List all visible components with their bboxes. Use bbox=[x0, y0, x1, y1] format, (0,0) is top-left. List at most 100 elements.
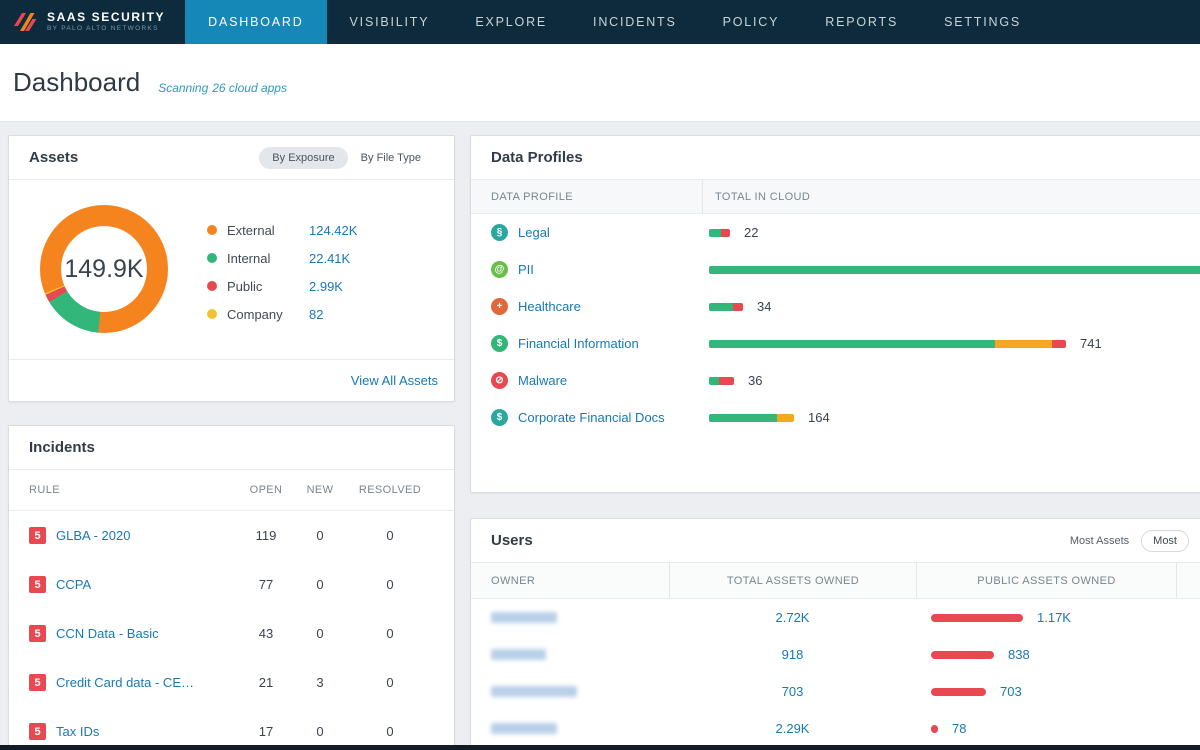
incidents-card-header: Incidents bbox=[9, 426, 454, 470]
data-profile-row: $Corporate Financial Docs164 bbox=[471, 399, 1200, 436]
severity-badge: 5 bbox=[29, 576, 46, 593]
data-profile-link[interactable]: PII bbox=[518, 262, 534, 277]
incident-rule-link[interactable]: Tax IDs bbox=[56, 724, 99, 739]
legend-item: Company82 bbox=[207, 300, 357, 328]
total-in-cloud-bar bbox=[709, 414, 794, 422]
col-data-profile: DATA PROFILE bbox=[471, 180, 703, 213]
col-resolved: RESOLVED bbox=[346, 484, 434, 496]
assets-donut-chart: 149.9K bbox=[40, 205, 168, 333]
data-profile-link[interactable]: Financial Information bbox=[518, 336, 639, 351]
incident-open-count: 119 bbox=[238, 528, 294, 543]
col-total-in-cloud: TOTAL IN CLOUD bbox=[703, 180, 810, 213]
total-assets-owned-link[interactable]: 2.72K bbox=[776, 610, 810, 625]
legend-label: Public bbox=[227, 279, 309, 294]
incident-row: 5CCN Data - Basic4300 bbox=[9, 609, 454, 658]
owner-name-redacted bbox=[491, 649, 546, 660]
total-in-cloud-bar bbox=[709, 229, 730, 237]
incidents-rows: 5GLBA - 2020119005CCPA77005CCN Data - Ba… bbox=[9, 511, 454, 746]
public-assets-owned-link[interactable]: 838 bbox=[1008, 647, 1030, 662]
nav-item-dashboard[interactable]: DASHBOARD bbox=[185, 0, 326, 44]
legend-value-link[interactable]: 124.42K bbox=[309, 223, 357, 238]
public-assets-owned-link[interactable]: 703 bbox=[1000, 684, 1022, 699]
palo-alto-logo-icon bbox=[12, 9, 38, 35]
legend-dot bbox=[207, 253, 217, 263]
legend-item: Internal22.41K bbox=[207, 244, 357, 272]
public-assets-owned-link[interactable]: 78 bbox=[952, 721, 966, 736]
toggle-most-public[interactable]: Most bbox=[1141, 530, 1189, 552]
brand-title: SAAS SECURITY bbox=[47, 11, 165, 23]
public-assets-owned-link[interactable]: 1.17K bbox=[1037, 610, 1071, 625]
donut-hole: 149.9K bbox=[61, 226, 147, 312]
nav-item-policy[interactable]: POLICY bbox=[700, 0, 803, 44]
legend-label: Internal bbox=[227, 251, 309, 266]
data-profile-link[interactable]: Corporate Financial Docs bbox=[518, 410, 665, 425]
toggle-by-exposure[interactable]: By Exposure bbox=[259, 147, 347, 169]
data-profile-link[interactable]: Malware bbox=[518, 373, 567, 388]
nav-item-incidents[interactable]: INCIDENTS bbox=[570, 0, 700, 44]
incident-rule-link[interactable]: GLBA - 2020 bbox=[56, 528, 130, 543]
total-assets-owned-link[interactable]: 703 bbox=[782, 684, 804, 699]
top-nav: SAAS SECURITY BY PALO ALTO NETWORKS DASH… bbox=[0, 0, 1200, 44]
total-assets-owned-link[interactable]: 918 bbox=[782, 647, 804, 662]
scales-icon: § bbox=[491, 224, 508, 241]
col-owner: OWNER bbox=[471, 563, 669, 598]
total-assets-owned-link[interactable]: 2.29K bbox=[776, 721, 810, 736]
data-profile-row: @ PII bbox=[471, 251, 1200, 288]
incident-open-count: 17 bbox=[238, 724, 294, 739]
toggle-most-assets[interactable]: Most Assets bbox=[1070, 535, 1129, 547]
incident-rule-link[interactable]: CCN Data - Basic bbox=[56, 626, 159, 641]
nav-item-settings[interactable]: SETTINGS bbox=[921, 0, 1044, 44]
assets-legend: External124.42KInternal22.41KPublic2.99K… bbox=[207, 216, 357, 328]
total-in-cloud-value: 164 bbox=[808, 410, 830, 425]
severity-badge: 5 bbox=[29, 674, 46, 691]
owner-name-redacted bbox=[491, 686, 577, 697]
incident-rule-link[interactable]: Credit Card data - CE… bbox=[56, 675, 194, 690]
data-profiles-card: Data Profiles DATA PROFILE TOTAL IN CLOU… bbox=[470, 135, 1200, 493]
legend-value-link[interactable]: 22.41K bbox=[309, 251, 350, 266]
user-row: 2.72K 1.17K bbox=[471, 599, 1200, 636]
view-all-assets-link[interactable]: View All Assets bbox=[351, 373, 438, 388]
legend-value-link[interactable]: 82 bbox=[309, 307, 323, 322]
brand[interactable]: SAAS SECURITY BY PALO ALTO NETWORKS bbox=[0, 0, 185, 44]
col-filler bbox=[1176, 563, 1200, 598]
bottom-strip bbox=[0, 745, 1200, 750]
owner-name-redacted bbox=[491, 723, 557, 734]
col-rule: RULE bbox=[29, 484, 238, 496]
legend-label: Company bbox=[227, 307, 309, 322]
data-profiles-card-header: Data Profiles bbox=[471, 136, 1200, 180]
total-in-cloud-bar bbox=[709, 340, 1066, 348]
nav-item-visibility[interactable]: VISIBILITY bbox=[327, 0, 453, 44]
incidents-card: Incidents RULE OPEN NEW RESOLVED 5GLBA -… bbox=[8, 425, 455, 746]
severity-badge: 5 bbox=[29, 723, 46, 740]
severity-badge: 5 bbox=[29, 625, 46, 642]
scanning-status: Scanning26 cloud apps bbox=[158, 81, 287, 95]
incident-new-count: 0 bbox=[294, 724, 346, 739]
incident-rule-link[interactable]: CCPA bbox=[56, 577, 91, 592]
cloud-apps-link[interactable]: 26 cloud apps bbox=[212, 81, 287, 95]
nav-item-reports[interactable]: REPORTS bbox=[802, 0, 921, 44]
public-assets-bar bbox=[931, 725, 938, 733]
medical-icon: + bbox=[491, 298, 508, 315]
brand-subtitle: BY PALO ALTO NETWORKS bbox=[47, 26, 165, 33]
nav-item-explore[interactable]: EXPLORE bbox=[452, 0, 570, 44]
data-profile-row: +Healthcare34 bbox=[471, 288, 1200, 325]
malware-icon: ⊘ bbox=[491, 372, 508, 389]
incident-new-count: 3 bbox=[294, 675, 346, 690]
page-title: Dashboard bbox=[13, 67, 140, 98]
data-profile-row: §Legal22 bbox=[471, 214, 1200, 251]
public-assets-bar bbox=[931, 614, 1023, 622]
incident-new-count: 0 bbox=[294, 528, 346, 543]
legend-dot bbox=[207, 309, 217, 319]
users-card-header: Users Most Assets Most bbox=[471, 519, 1200, 563]
legend-dot bbox=[207, 225, 217, 235]
person-icon: @ bbox=[491, 261, 508, 278]
donut-total: 149.9K bbox=[64, 255, 143, 284]
data-profile-link[interactable]: Legal bbox=[518, 225, 550, 240]
total-in-cloud-value: 36 bbox=[748, 373, 762, 388]
toggle-by-file-type[interactable]: By File Type bbox=[348, 147, 434, 169]
incidents-title: Incidents bbox=[29, 439, 95, 456]
legend-value-link[interactable]: 2.99K bbox=[309, 279, 343, 294]
incident-resolved-count: 0 bbox=[346, 675, 434, 690]
data-profile-link[interactable]: Healthcare bbox=[518, 299, 581, 314]
assets-card-footer: View All Assets bbox=[9, 359, 454, 401]
